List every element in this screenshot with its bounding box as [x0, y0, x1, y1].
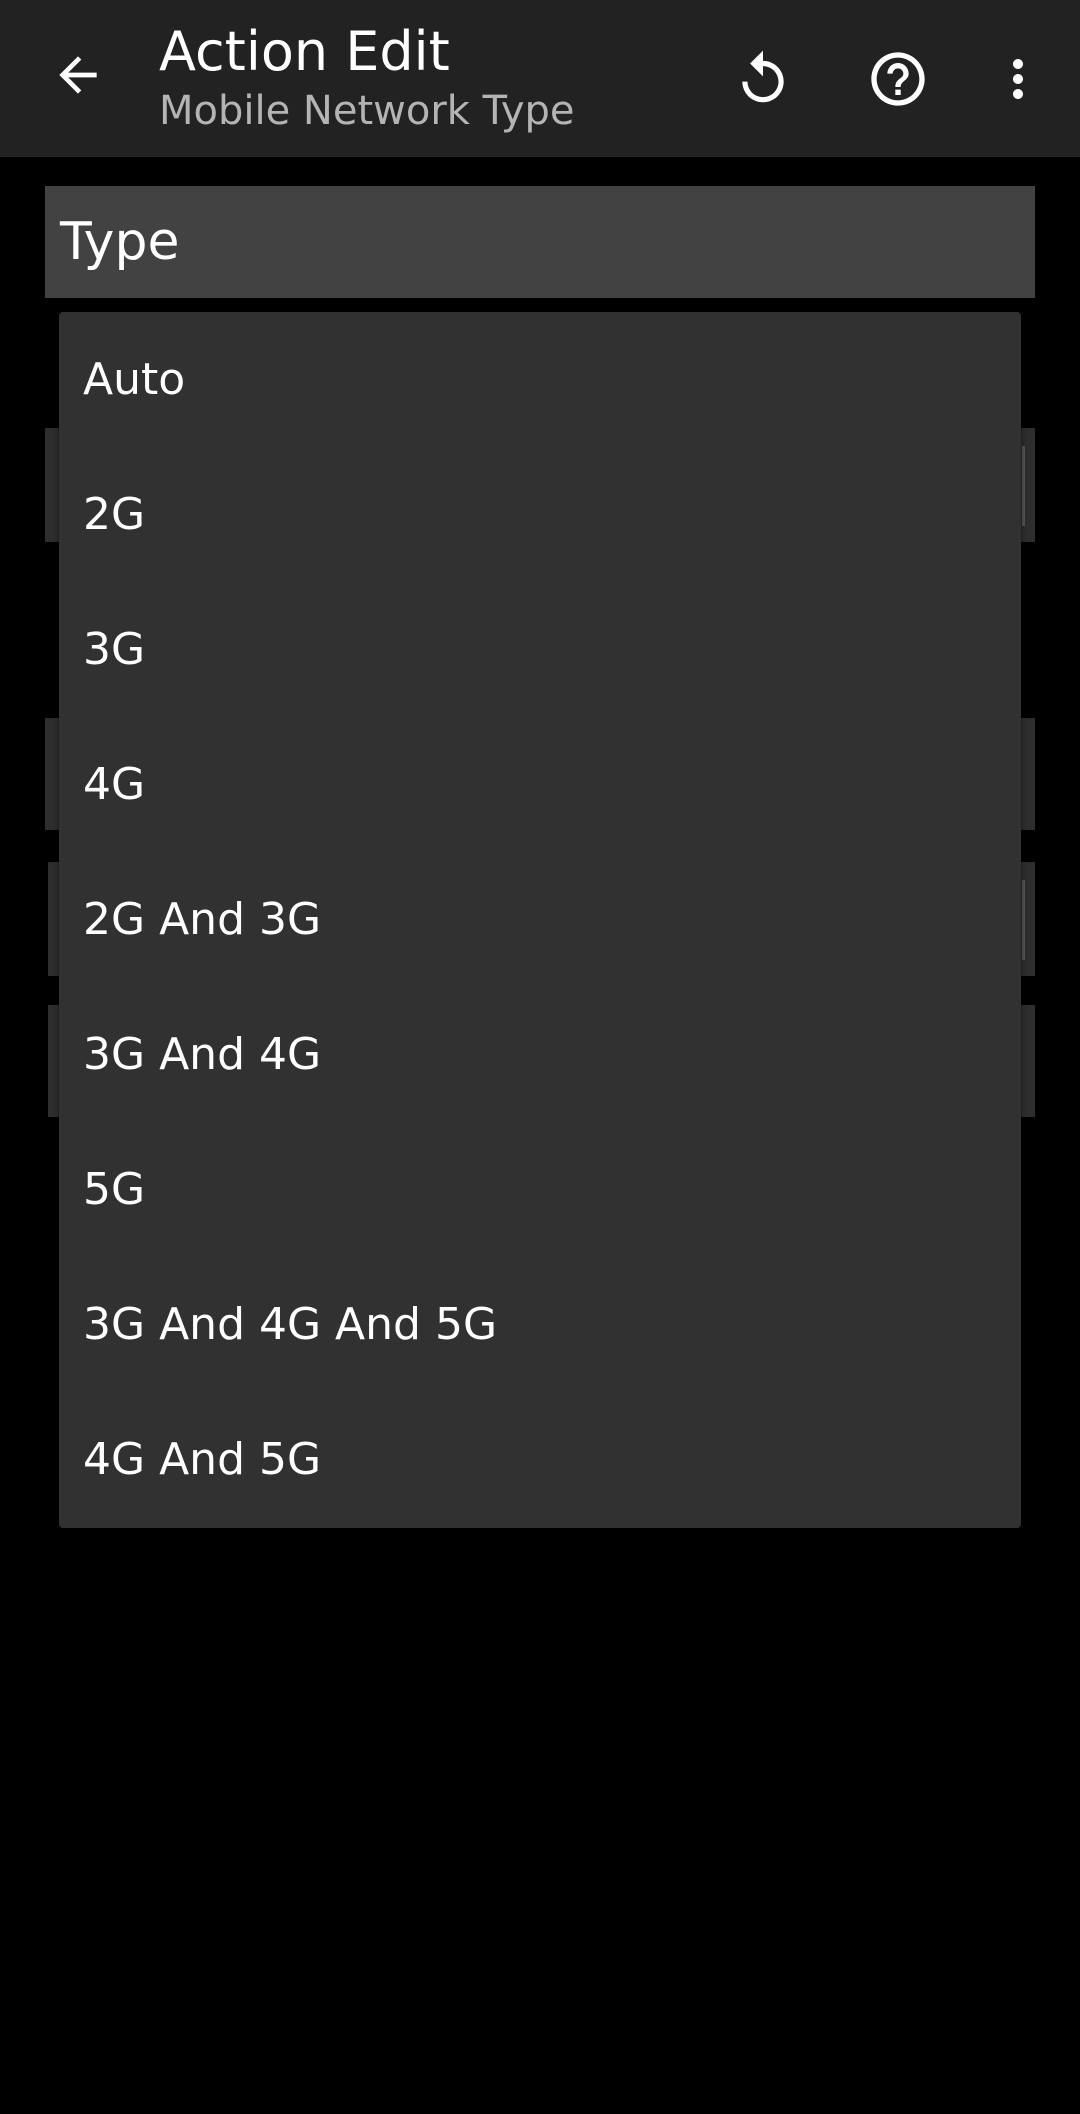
back-arrow-icon — [59, 56, 97, 94]
network-type-dropdown: Auto 2G 3G 4G 2G And 3G 3G And 4G 5G 3G … — [59, 312, 1021, 1528]
title-group: Action Edit Mobile Network Type — [159, 18, 575, 136]
page-title: Action Edit — [159, 20, 450, 83]
reset-icon — [742, 50, 784, 103]
option-2g-and-3g[interactable]: 2G And 3G — [59, 852, 1021, 987]
option-auto[interactable]: Auto — [59, 312, 1021, 447]
option-4g[interactable]: 4G — [59, 717, 1021, 852]
help-button[interactable] — [858, 39, 938, 119]
back-button[interactable] — [42, 39, 114, 111]
section-label: Type — [60, 212, 180, 272]
page-subtitle: Mobile Network Type — [159, 88, 575, 134]
more-options-button[interactable] — [978, 39, 1058, 119]
option-4g-and-5g[interactable]: 4G And 5G — [59, 1392, 1021, 1527]
option-3g[interactable]: 3G — [59, 582, 1021, 717]
type-section-header: Type — [45, 186, 1035, 298]
reset-button[interactable] — [723, 39, 803, 119]
option-5g[interactable]: 5G — [59, 1122, 1021, 1257]
option-2g[interactable]: 2G — [59, 447, 1021, 582]
option-3g-and-4g-and-5g[interactable]: 3G And 4G And 5G — [59, 1257, 1021, 1392]
more-vert-icon — [1013, 59, 1023, 99]
help-icon — [871, 52, 925, 106]
app-bar: Action Edit Mobile Network Type — [0, 0, 1080, 157]
option-3g-and-4g[interactable]: 3G And 4G — [59, 987, 1021, 1122]
